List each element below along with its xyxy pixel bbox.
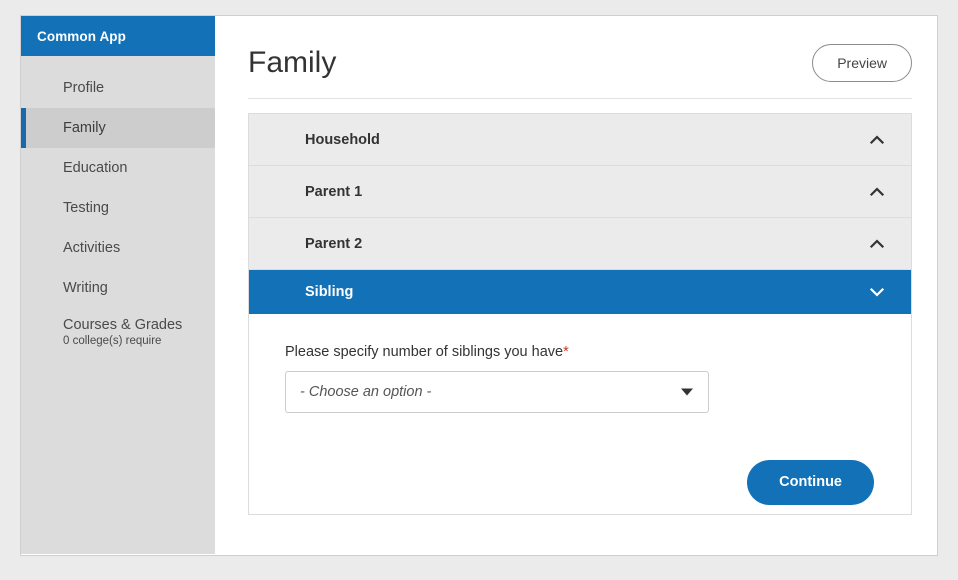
sidebar-item-label: Family (63, 120, 106, 137)
accordion-section-household: Household (249, 113, 911, 165)
chevron-up-icon[interactable] (868, 183, 886, 201)
sidebar-nav-list: Profile Family Education Testing Activit… (21, 56, 215, 356)
sidebar-item-activities[interactable]: Activities (21, 228, 215, 268)
sidebar-item-label: Writing (63, 280, 108, 297)
family-accordion: Household Parent 1 Parent 2 (248, 113, 912, 515)
page-title: Family (248, 48, 336, 78)
accordion-title: Household (305, 132, 380, 148)
accordion-section-sibling: Sibling Please specify number of sibling… (249, 269, 911, 505)
sidebar-item-label: Profile (63, 80, 104, 97)
sidebar-item-label: Testing (63, 200, 109, 217)
accordion-title: Parent 1 (305, 184, 362, 200)
sibling-panel-body: Please specify number of siblings you ha… (249, 314, 911, 505)
app-window: Common App Profile Family Education Test… (20, 15, 938, 556)
page-header: Family Preview (248, 16, 912, 99)
form-footer: Continue (285, 460, 886, 505)
continue-button[interactable]: Continue (747, 460, 874, 505)
sidebar-item-education[interactable]: Education (21, 148, 215, 188)
sibling-count-select-wrap: - Choose an option - (285, 371, 709, 413)
accordion-header-parent-1[interactable]: Parent 1 (249, 166, 911, 217)
brand-bar: Common App (21, 16, 215, 56)
accordion-section-parent-1: Parent 1 (249, 165, 911, 217)
accordion-section-parent-2: Parent 2 (249, 217, 911, 269)
sidebar-item-writing[interactable]: Writing (21, 268, 215, 308)
sidebar-item-label: Courses & Grades (63, 317, 182, 334)
accordion-header-parent-2[interactable]: Parent 2 (249, 218, 911, 269)
brand-label: Common App (37, 29, 126, 44)
accordion-header-sibling[interactable]: Sibling (249, 270, 911, 314)
sidebar-item-label: Education (63, 160, 128, 177)
chevron-down-icon[interactable] (868, 283, 886, 301)
sibling-count-label: Please specify number of siblings you ha… (285, 344, 886, 360)
sibling-count-label-text: Please specify number of siblings you ha… (285, 344, 563, 360)
accordion-title: Parent 2 (305, 236, 362, 252)
sidebar-item-family[interactable]: Family (21, 108, 215, 148)
sidebar-item-profile[interactable]: Profile (21, 68, 215, 108)
active-indicator-bar (21, 108, 26, 148)
chevron-up-icon[interactable] (868, 131, 886, 149)
chevron-up-icon[interactable] (868, 235, 886, 253)
accordion-title: Sibling (305, 284, 353, 300)
sibling-count-select[interactable]: - Choose an option - (285, 371, 709, 413)
required-marker: * (563, 344, 569, 360)
sidebar-item-label: Activities (63, 240, 120, 257)
main-content: Family Preview Household Parent 1 (215, 16, 937, 555)
accordion-header-household[interactable]: Household (249, 114, 911, 165)
preview-button[interactable]: Preview (812, 44, 912, 82)
sidebar: Common App Profile Family Education Test… (21, 16, 215, 554)
sidebar-item-testing[interactable]: Testing (21, 188, 215, 228)
sidebar-item-sublabel: 0 college(s) require (63, 335, 161, 347)
sidebar-item-courses-and-grades[interactable]: Courses & Grades 0 college(s) require (21, 308, 215, 356)
